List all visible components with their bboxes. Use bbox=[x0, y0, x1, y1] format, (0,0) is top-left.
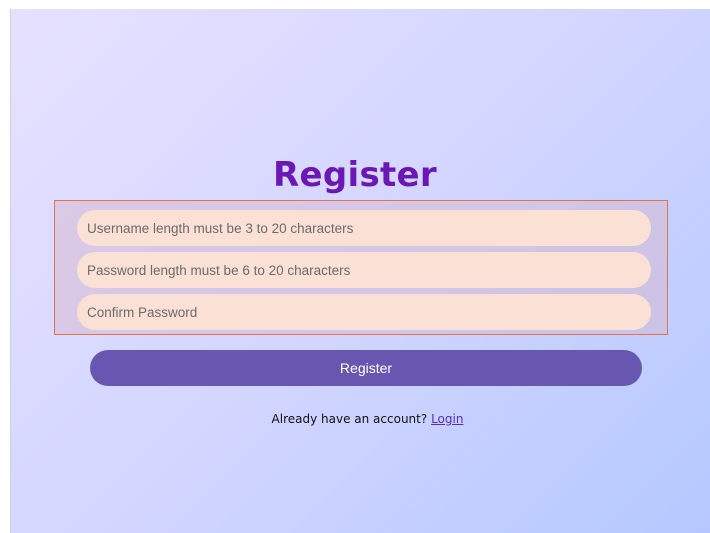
login-prompt-text: Already have an account? bbox=[271, 412, 428, 426]
login-link[interactable]: Login bbox=[431, 412, 463, 426]
login-prompt: Already have an account? Login bbox=[0, 412, 710, 426]
register-button[interactable]: Register bbox=[90, 350, 642, 386]
confirm-password-input[interactable] bbox=[77, 294, 651, 330]
page-title: Register bbox=[273, 154, 437, 195]
password-input[interactable] bbox=[77, 252, 651, 288]
username-input[interactable] bbox=[77, 210, 651, 246]
register-fields-group bbox=[54, 200, 668, 335]
